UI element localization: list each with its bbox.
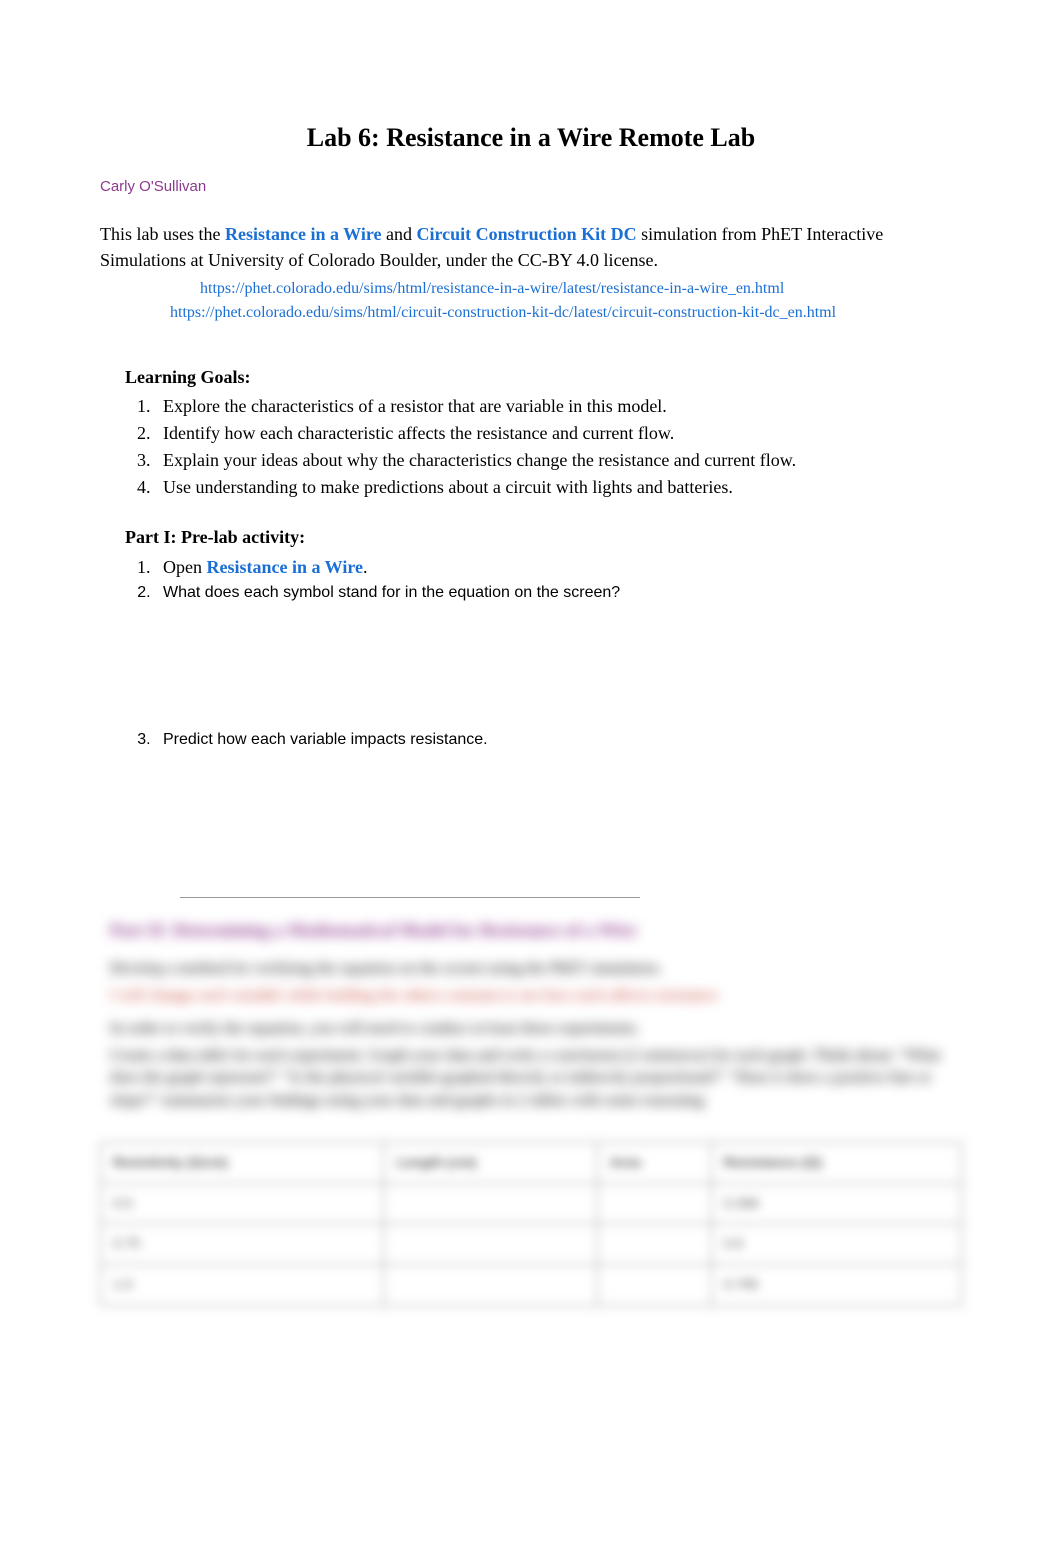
table-cell: 1.0 (101, 1264, 384, 1305)
part1-heading: Part I: Pre-lab activity: (125, 525, 962, 550)
part1-list: Open Resistance in a Wire. What does eac… (155, 555, 962, 605)
part2-heading: Part II: Determining a Mathematical Mode… (110, 918, 962, 943)
list-item: Explain your ideas about why the charact… (155, 448, 962, 473)
blurred-content: Part II: Determining a Mathematical Mode… (100, 918, 962, 1113)
table-cell (384, 1264, 597, 1305)
url-circuit-kit[interactable]: https://phet.colorado.edu/sims/html/circ… (100, 302, 962, 324)
table-header-row: Resistivity (Ωcm) Length (cm) Area Resis… (101, 1143, 962, 1184)
data-table: Resistivity (Ωcm) Length (cm) Area Resis… (100, 1142, 962, 1305)
table-header-cell: Length (cm) (384, 1143, 597, 1184)
link-resistance-wire[interactable]: Resistance in a Wire (225, 224, 382, 244)
author-name: Carly O'Sullivan (100, 176, 962, 197)
table-cell (384, 1224, 597, 1265)
list-item: Explore the characteristics of a resisto… (155, 394, 962, 419)
list-item: Predict how each variable impacts resist… (155, 729, 962, 751)
intro-mid: and (381, 224, 416, 244)
intro-prefix: This lab uses the (100, 224, 225, 244)
url-resistance-wire[interactable]: https://phet.colorado.edu/sims/html/resi… (100, 278, 962, 300)
table-header-cell: Area (597, 1143, 711, 1184)
table-cell: 0.75 (101, 1224, 384, 1265)
table-cell: 0.398 (711, 1183, 961, 1224)
list-item: What does each symbol stand for in the e… (155, 582, 962, 604)
link-resistance-wire-open[interactable]: Resistance in a Wire (207, 557, 364, 577)
table-row: 0.75 0.6 (101, 1224, 962, 1265)
blurred-line-red: I will change each variable while holdin… (110, 985, 962, 1007)
table-cell (597, 1264, 711, 1305)
table-row: 1.0 0.795 (101, 1264, 962, 1305)
table-cell (597, 1183, 711, 1224)
learning-goals-heading: Learning Goals: (125, 365, 962, 390)
table-cell (597, 1224, 711, 1265)
item-prefix: Open (163, 557, 207, 577)
learning-goals-list: Explore the characteristics of a resisto… (155, 394, 962, 501)
list-item: Identify how each characteristic affects… (155, 421, 962, 446)
table-cell: 0.5 (101, 1183, 384, 1224)
list-item: Use understanding to make predictions ab… (155, 475, 962, 500)
divider-line (180, 897, 640, 898)
intro-paragraph: This lab uses the Resistance in a Wire a… (100, 222, 962, 272)
page-title: Lab 6: Resistance in a Wire Remote Lab (100, 120, 962, 156)
blurred-line: Develop a method for verifying the equat… (110, 958, 962, 980)
blurred-line: In order to verify the equation, you wil… (110, 1018, 962, 1040)
table-cell (384, 1183, 597, 1224)
part1-list-cont: Predict how each variable impacts resist… (155, 729, 962, 751)
table-cell: 0.795 (711, 1264, 961, 1305)
list-item: Open Resistance in a Wire. (155, 555, 962, 580)
blurred-table-container: Resistivity (Ωcm) Length (cm) Area Resis… (100, 1142, 962, 1305)
table-row: 0.5 0.398 (101, 1183, 962, 1224)
link-circuit-kit[interactable]: Circuit Construction Kit DC (416, 224, 636, 244)
table-cell: 0.6 (711, 1224, 961, 1265)
table-header-cell: Resistance (Ω) (711, 1143, 961, 1184)
blurred-line: Create a data table for each experiment.… (110, 1045, 962, 1112)
table-header-cell: Resistivity (Ωcm) (101, 1143, 384, 1184)
item-suffix: . (363, 557, 368, 577)
